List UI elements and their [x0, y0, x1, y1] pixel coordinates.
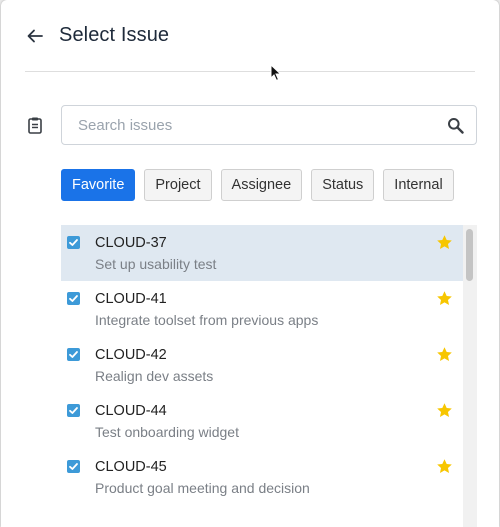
header-divider: [25, 71, 475, 72]
issue-row[interactable]: CLOUD-44 Test onboarding widget: [61, 393, 463, 449]
star-icon[interactable]: [436, 346, 453, 363]
filter-assignee[interactable]: Assignee: [220, 169, 303, 201]
arrow-left-icon: [27, 29, 43, 43]
back-button[interactable]: [23, 24, 47, 48]
issue-id: CLOUD-37: [95, 235, 167, 251]
search-icon[interactable]: [447, 117, 464, 134]
filter-internal[interactable]: Internal: [383, 169, 454, 201]
checkbox-checked-icon[interactable]: [67, 460, 80, 473]
checkbox-checked-icon[interactable]: [67, 404, 80, 417]
issue-description: Set up usability test: [95, 256, 217, 272]
search-box: [61, 105, 477, 145]
issue-id: CLOUD-45: [95, 459, 167, 475]
filter-status[interactable]: Status: [311, 169, 375, 201]
star-icon[interactable]: [436, 234, 453, 251]
issue-description: Product goal meeting and decision: [95, 480, 310, 496]
checkbox-checked-icon[interactable]: [67, 348, 80, 361]
issue-description: Realign dev assets: [95, 368, 214, 384]
select-issue-dialog: Select Issue Favorite Project Assignee S…: [1, 0, 499, 527]
filter-favorite[interactable]: Favorite: [61, 169, 136, 201]
search-input[interactable]: [78, 106, 438, 144]
star-icon[interactable]: [436, 290, 453, 307]
issue-row[interactable]: CLOUD-41 Integrate toolset from previous…: [61, 281, 463, 337]
page-title: Select Issue: [59, 24, 170, 46]
issue-description: Test onboarding widget: [95, 424, 239, 440]
issue-row[interactable]: CLOUD-45 Product goal meeting and decisi…: [61, 449, 463, 505]
star-icon[interactable]: [436, 402, 453, 419]
issue-row[interactable]: CLOUD-37 Set up usability test: [61, 225, 463, 281]
filter-chips: Favorite Project Assignee Status Interna…: [61, 169, 454, 201]
checkbox-checked-icon[interactable]: [67, 236, 80, 249]
issue-id: CLOUD-41: [95, 291, 167, 307]
clipboard-icon: [28, 117, 42, 134]
mouse-cursor-icon: [270, 64, 282, 82]
scrollbar-thumb[interactable]: [466, 229, 473, 281]
issue-id: CLOUD-44: [95, 403, 167, 419]
star-icon[interactable]: [436, 458, 453, 475]
filter-project[interactable]: Project: [144, 169, 212, 201]
issue-list: CLOUD-37 Set up usability test CLOUD-41 …: [61, 225, 463, 527]
issue-row[interactable]: CLOUD-42 Realign dev assets: [61, 337, 463, 393]
checkbox-checked-icon[interactable]: [67, 292, 80, 305]
issue-description: Integrate toolset from previous apps: [95, 312, 319, 328]
list-scrollbar[interactable]: [463, 225, 477, 527]
dialog-header: Select Issue: [1, 0, 499, 72]
issue-id: CLOUD-42: [95, 347, 167, 363]
